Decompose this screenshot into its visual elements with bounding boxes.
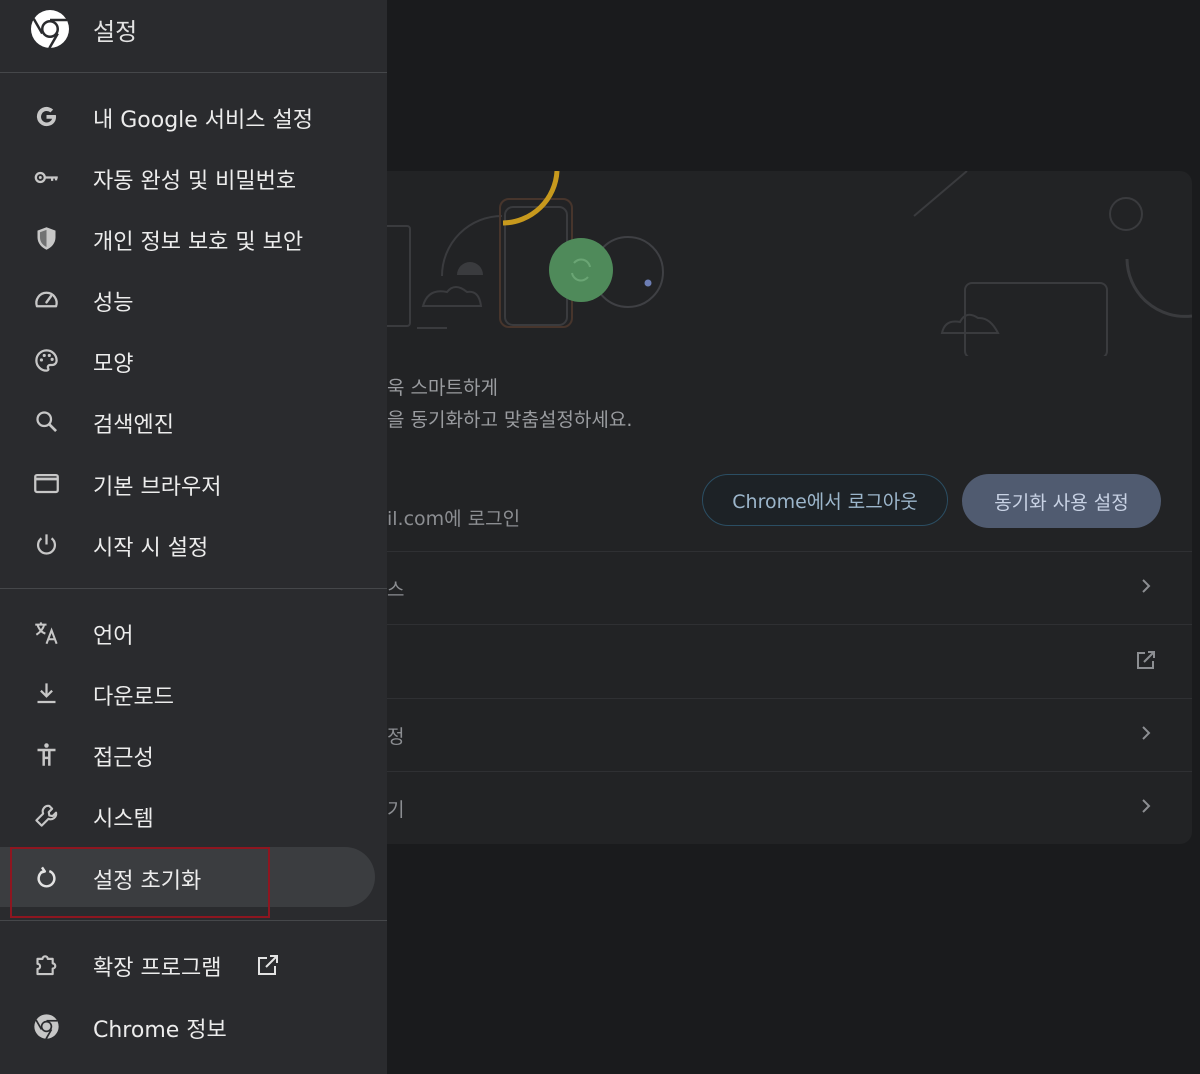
key-icon xyxy=(34,171,58,184)
chevron-right-icon xyxy=(1142,579,1151,593)
chevron-right-icon xyxy=(1142,799,1151,813)
chrome-logo-icon xyxy=(31,10,69,49)
sidebar-item-label: 언어 xyxy=(93,624,134,649)
sidebar-item-google-services[interactable]: 내 Google 서비스 설정 xyxy=(0,86,375,146)
row-label: 기 xyxy=(387,799,405,821)
sidebar-item-label: 확장 프로그램 xyxy=(93,956,222,981)
sidebar-item-label: 시스템 xyxy=(93,807,154,832)
sidebar-item-label: 다운로드 xyxy=(93,685,174,710)
row-label: 스 xyxy=(387,579,405,601)
settings-row-external[interactable] xyxy=(387,624,1192,698)
main-content: 욱 스마트하게 을 동기화하고 맞춤설정하세요. il.com에 로그인 Chr… xyxy=(387,0,1200,1074)
sidebar-item-languages[interactable]: 언어 xyxy=(0,602,375,662)
page-title: 설정 xyxy=(93,18,138,46)
translate-icon xyxy=(35,622,58,645)
shield-icon xyxy=(37,227,56,250)
sidebar-item-downloads[interactable]: 다운로드 xyxy=(0,663,375,723)
sync-hero-illustration xyxy=(387,171,1192,356)
chevron-right-icon xyxy=(1142,726,1151,740)
sidebar-header: 설정 xyxy=(0,0,387,73)
sidebar-item-accessibility[interactable]: 접근성 xyxy=(0,724,375,784)
sidebar-item-about-chrome[interactable]: Chrome 정보 xyxy=(0,996,375,1056)
power-icon xyxy=(36,534,57,555)
settings-sidebar: 설정 내 Google 서비스 설정 자동 완성 및 비밀번호 개인 정보 보호… xyxy=(0,0,387,1074)
sync-subtitle: 을 동기화하고 맞춤설정하세요. xyxy=(387,409,633,431)
puzzle-icon xyxy=(36,955,57,976)
sync-card: 욱 스마트하게 을 동기화하고 맞춤설정하세요. il.com에 로그인 Chr… xyxy=(387,171,1192,844)
sidebar-item-on-startup[interactable]: 시작 시 설정 xyxy=(0,514,375,574)
sync-title: 욱 스마트하게 xyxy=(387,377,498,399)
sidebar-item-extensions[interactable]: 확장 프로그램 xyxy=(0,934,375,994)
sidebar-item-label: 검색엔진 xyxy=(93,413,174,438)
sidebar-item-label: 성능 xyxy=(93,291,134,316)
open-external-icon xyxy=(1137,651,1155,669)
settings-row-services[interactable]: 스 xyxy=(387,551,1192,625)
sidebar-item-label: 내 Google 서비스 설정 xyxy=(93,108,313,133)
sidebar-item-label: 모양 xyxy=(93,352,134,377)
google-g-icon xyxy=(36,106,57,127)
account-email: il.com에 로그인 xyxy=(387,508,521,530)
row-label: 정 xyxy=(387,726,405,748)
download-icon xyxy=(37,683,56,704)
search-icon xyxy=(36,411,58,433)
sidebar-item-label: 기본 브라우저 xyxy=(93,475,222,500)
sidebar-item-label: 접근성 xyxy=(93,746,154,771)
open-external-icon xyxy=(258,955,278,975)
accessibility-icon xyxy=(37,743,56,766)
sidebar-item-label: 개인 정보 보호 및 보안 xyxy=(93,230,304,255)
sidebar-item-privacy[interactable]: 개인 정보 보호 및 보안 xyxy=(0,208,375,268)
sidebar-divider xyxy=(0,588,387,589)
sidebar-item-label: 자동 완성 및 비밀번호 xyxy=(93,169,297,194)
sidebar-divider xyxy=(0,920,387,921)
sidebar-item-appearance[interactable]: 모양 xyxy=(0,330,375,390)
sidebar-item-label: 시작 시 설정 xyxy=(93,536,209,561)
sidebar-item-performance[interactable]: 성능 xyxy=(0,269,375,329)
sidebar-item-autofill[interactable]: 자동 완성 및 비밀번호 xyxy=(0,147,375,207)
sidebar-item-system[interactable]: 시스템 xyxy=(0,785,375,845)
sidebar-item-default-browser[interactable]: 기본 브라우저 xyxy=(0,453,375,513)
chrome-icon xyxy=(34,1014,59,1040)
browser-window-icon xyxy=(34,473,59,494)
sidebar-item-label: Chrome 정보 xyxy=(93,1018,227,1043)
enable-sync-button[interactable]: 동기화 사용 설정 xyxy=(962,474,1161,528)
speedometer-icon xyxy=(35,291,58,308)
settings-row-import[interactable]: 기 xyxy=(387,771,1192,844)
settings-row-sync[interactable]: 정 xyxy=(387,698,1192,772)
palette-icon xyxy=(35,349,58,372)
chrome-logout-button[interactable]: Chrome에서 로그아웃 xyxy=(702,474,948,526)
highlight-annotation xyxy=(10,847,270,918)
sidebar-item-search-engine[interactable]: 검색엔진 xyxy=(0,391,375,451)
wrench-icon xyxy=(35,804,58,827)
